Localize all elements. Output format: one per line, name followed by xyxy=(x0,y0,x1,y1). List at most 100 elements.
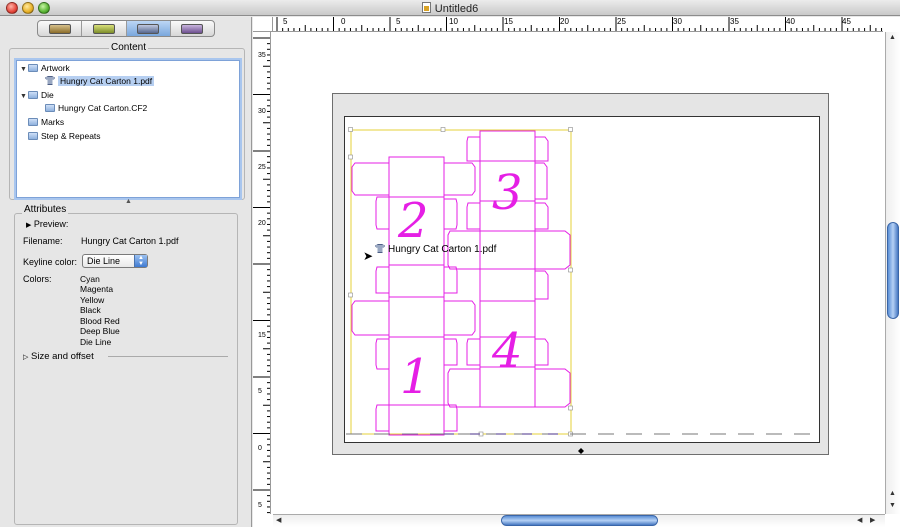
sheet-icon xyxy=(181,23,204,34)
selection-handle[interactable] xyxy=(568,267,573,273)
keyline-color-value: Die Line xyxy=(87,256,121,266)
ruler-number: 10 xyxy=(449,17,458,26)
tree-item-label: Hungry Cat Carton.CF2 xyxy=(58,103,148,113)
dieline-flap xyxy=(444,404,458,432)
die-file-icon xyxy=(45,104,55,112)
tab-artwork[interactable] xyxy=(126,21,171,36)
tree-item-label: Artwork xyxy=(41,63,70,73)
window-title: Untitled6 xyxy=(0,2,900,15)
placed-artwork-label: Hungry Cat Carton 1.pdf xyxy=(375,244,496,255)
tab-sheet[interactable] xyxy=(171,21,214,36)
ruler-number: 30 xyxy=(673,17,682,26)
attributes-title: Attributes xyxy=(22,204,69,215)
horizontal-scrollbar[interactable]: ◀ ◀ ▶ xyxy=(273,514,885,527)
title-bar: Untitled6 xyxy=(0,0,900,16)
selection-handle[interactable] xyxy=(568,127,573,132)
dieline-flap xyxy=(351,300,389,336)
color-item: Cyan xyxy=(80,274,100,284)
disclosure-open-icon[interactable]: ▼ xyxy=(20,90,28,103)
vertical-ruler-ticks xyxy=(253,37,270,514)
dieline-flap xyxy=(351,162,389,196)
dieline-flap xyxy=(375,404,389,432)
dieline-panel xyxy=(479,268,536,302)
ruler-origin[interactable] xyxy=(253,17,273,32)
dieline-flap xyxy=(444,338,458,366)
ruler-number: 5 xyxy=(283,17,288,26)
disclosure-open-icon[interactable]: ▼ xyxy=(20,63,28,76)
dieline-flap xyxy=(375,196,389,230)
tree-item-die[interactable]: ▼ Die xyxy=(20,89,54,102)
ruler-number: 40 xyxy=(786,17,795,26)
ruler-number: 35 xyxy=(258,52,266,59)
scroll-down-icon[interactable]: ▼ xyxy=(889,502,896,509)
dieline-flap xyxy=(466,136,480,162)
tab-marks[interactable] xyxy=(82,21,127,36)
color-item: Yellow xyxy=(80,295,105,305)
size-offset-disclosure[interactable]: ▷ Size and offset xyxy=(23,351,94,362)
dieline-flap xyxy=(375,266,389,294)
dieline-flap xyxy=(447,368,480,408)
tree-item-label: Step & Repeats xyxy=(41,131,101,141)
artwork-file-icon xyxy=(45,76,55,85)
horizontal-scroll-thumb[interactable] xyxy=(501,515,658,526)
dieline-flap xyxy=(535,162,548,200)
scroll-left-icon[interactable]: ◀ xyxy=(276,516,281,524)
keyline-label: Keyline color: xyxy=(23,257,78,267)
tree-item-artwork-file[interactable]: Hungry Cat Carton 1.pdf xyxy=(45,75,155,88)
splitter-handle-icon[interactable]: ▲ xyxy=(125,198,132,205)
size-offset-label: Size and offset xyxy=(31,351,94,362)
vertical-scroll-thumb[interactable] xyxy=(887,222,899,319)
dieline-flap xyxy=(466,202,480,230)
ruler-number: 30 xyxy=(258,108,266,115)
vertical-scrollbar[interactable]: ▲ ▲ ▼ xyxy=(885,32,900,514)
tree-item-label: Die xyxy=(41,90,54,100)
tree-item-marks[interactable]: Marks xyxy=(28,116,64,129)
dieline-flap xyxy=(535,270,549,300)
selection-handle[interactable] xyxy=(348,292,353,298)
tree-item-label: Marks xyxy=(41,117,65,127)
keyline-color-select[interactable]: Die Line ▲ ▼ xyxy=(82,254,148,268)
selection-handle[interactable] xyxy=(568,405,573,411)
selection-handles[interactable] xyxy=(348,127,573,437)
dieline-flap xyxy=(535,368,571,408)
colors-label: Colors: xyxy=(23,274,52,284)
sheet-center-marker xyxy=(578,448,584,454)
ruler-number: 0 xyxy=(258,445,262,452)
job-icon xyxy=(48,23,71,34)
carton-number: 3 xyxy=(492,165,523,221)
carton-number: 1 xyxy=(400,349,431,405)
scroll-left-icon[interactable]: ◀ xyxy=(857,516,862,524)
dieline-layout[interactable]: 2 3 1 4 xyxy=(332,93,829,455)
dieline-flap xyxy=(375,338,389,370)
updown-arrows-icon: ▲ ▼ xyxy=(134,255,147,267)
selection-handle[interactable] xyxy=(440,127,446,132)
folder-icon xyxy=(28,91,38,99)
horizontal-ruler[interactable]: 5 0 5 10 15 20 25 30 35 40 45 xyxy=(273,17,883,32)
tree-item-artwork[interactable]: ▼ Artwork xyxy=(20,62,70,75)
vertical-ruler[interactable]: 35 30 25 20 15 5 0 5 xyxy=(253,32,271,514)
dieline-flap xyxy=(535,136,549,162)
artwork-bounds[interactable] xyxy=(350,129,572,435)
ruler-number: 25 xyxy=(617,17,626,26)
tree-item-step-repeats[interactable]: Step & Repeats xyxy=(28,130,101,143)
dieline-panel xyxy=(388,404,445,436)
tree-item-die-file[interactable]: Hungry Cat Carton.CF2 xyxy=(45,102,147,115)
folder-icon xyxy=(28,118,38,126)
dieline-panel xyxy=(479,130,536,162)
dieline-flap xyxy=(444,266,458,294)
layout-canvas-area[interactable]: 5 0 5 10 15 20 25 30 35 40 45 35 30 25 2… xyxy=(253,17,900,527)
carton-number: 4 xyxy=(491,323,523,379)
tab-job[interactable] xyxy=(38,21,83,36)
scroll-up-icon[interactable]: ▲ xyxy=(889,490,896,497)
selection-handle[interactable] xyxy=(348,127,353,132)
selection-handle[interactable] xyxy=(348,154,353,160)
ruler-number: 0 xyxy=(341,17,346,26)
preview-disclosure[interactable]: ▶ Preview: xyxy=(26,219,68,229)
dieline-flap xyxy=(444,162,476,196)
filename-value: Hungry Cat Carton 1.pdf xyxy=(81,236,179,246)
content-tree[interactable]: ▼ Artwork Hungry Cat Carton 1.pdf ▼ Die Hu… xyxy=(16,60,240,198)
scroll-right-icon[interactable]: ▶ xyxy=(870,516,875,524)
scroll-up-icon[interactable]: ▲ xyxy=(889,34,896,41)
dieline-flap xyxy=(444,300,476,336)
color-item: Blood Red xyxy=(80,316,120,326)
